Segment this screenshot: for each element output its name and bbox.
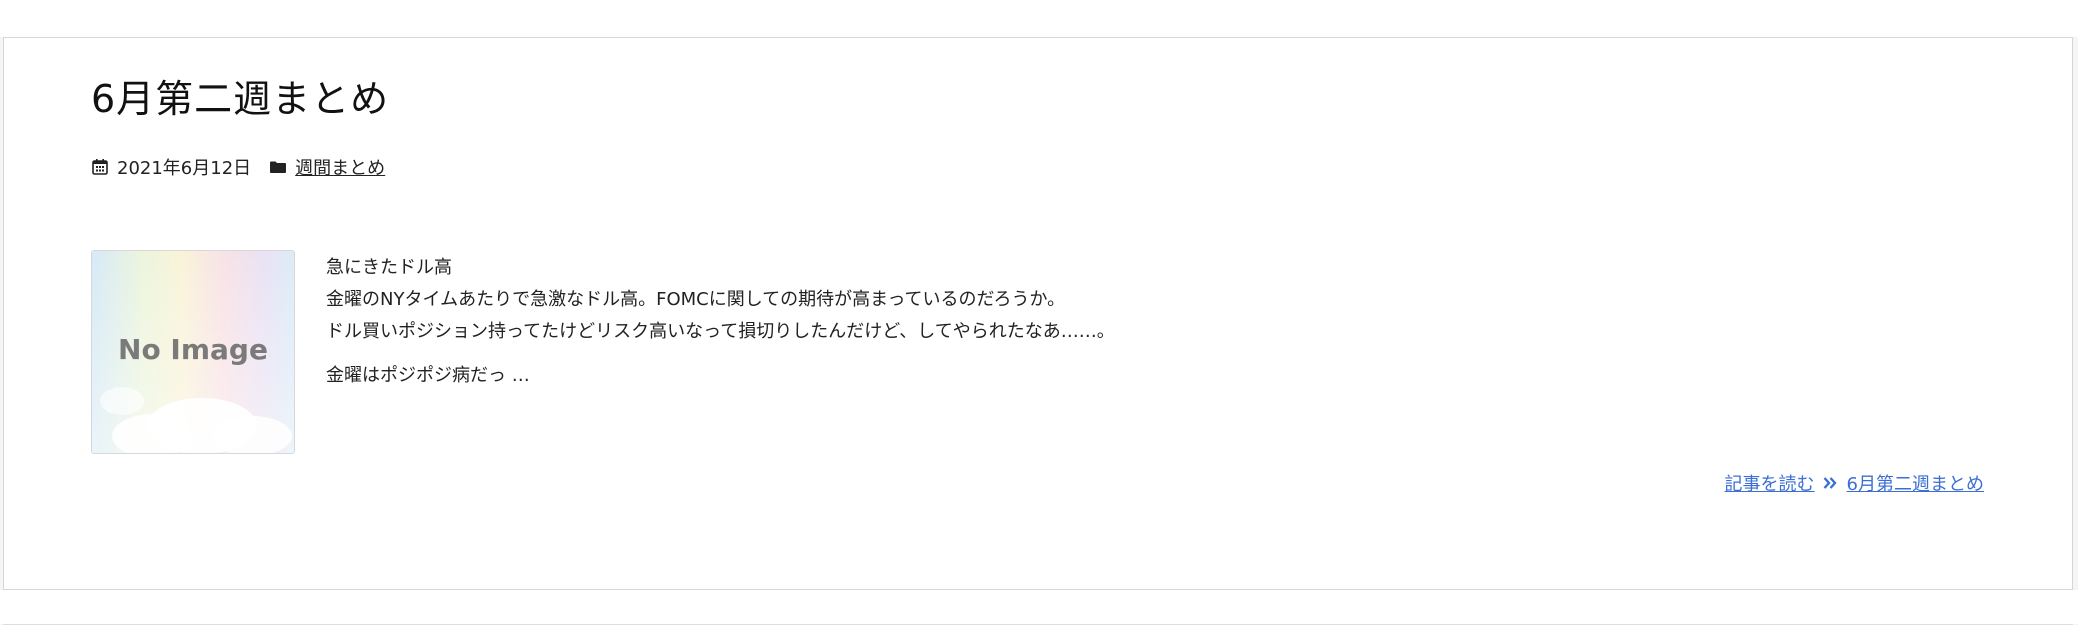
page-bottom-area <box>0 590 2078 625</box>
post-date: 2021年6月12日 <box>117 158 252 179</box>
post-excerpt: 急にきたドル高 金曜のNYタイムあたりで急激なドル高。FOMCに関しての期待が高… <box>326 252 2026 392</box>
excerpt-line: 金曜はポジポジ病だっ … <box>326 365 530 386</box>
double-chevron-right-icon <box>1823 476 1837 490</box>
excerpt-line: 金曜のNYタイムあたりで急激なドル高。FOMCに関しての期待が高まっているのだろ… <box>326 289 1066 310</box>
excerpt-line: 急にきたドル高 <box>326 257 452 278</box>
folder-icon <box>269 158 287 176</box>
post-thumbnail[interactable]: No Image <box>91 250 295 454</box>
read-more-link[interactable]: 記事を読む 6月第二週まとめ <box>1725 470 1984 496</box>
page-top-area <box>0 0 2078 37</box>
post-meta: 2021年6月12日 週間まとめ <box>91 154 385 180</box>
excerpt-line: ドル買いポジション持ってたけどリスク高いなって損切りしたんだけど、してやられたな… <box>326 321 1115 342</box>
read-more-title: 6月第二週まとめ <box>1846 474 1984 495</box>
post-title[interactable]: 6月第二週まとめ <box>91 68 389 123</box>
read-more-label: 記事を読む <box>1724 474 1815 495</box>
calendar-icon <box>91 158 109 176</box>
post-category-link[interactable]: 週間まとめ <box>295 154 385 180</box>
no-image-text: No Image <box>118 333 268 366</box>
